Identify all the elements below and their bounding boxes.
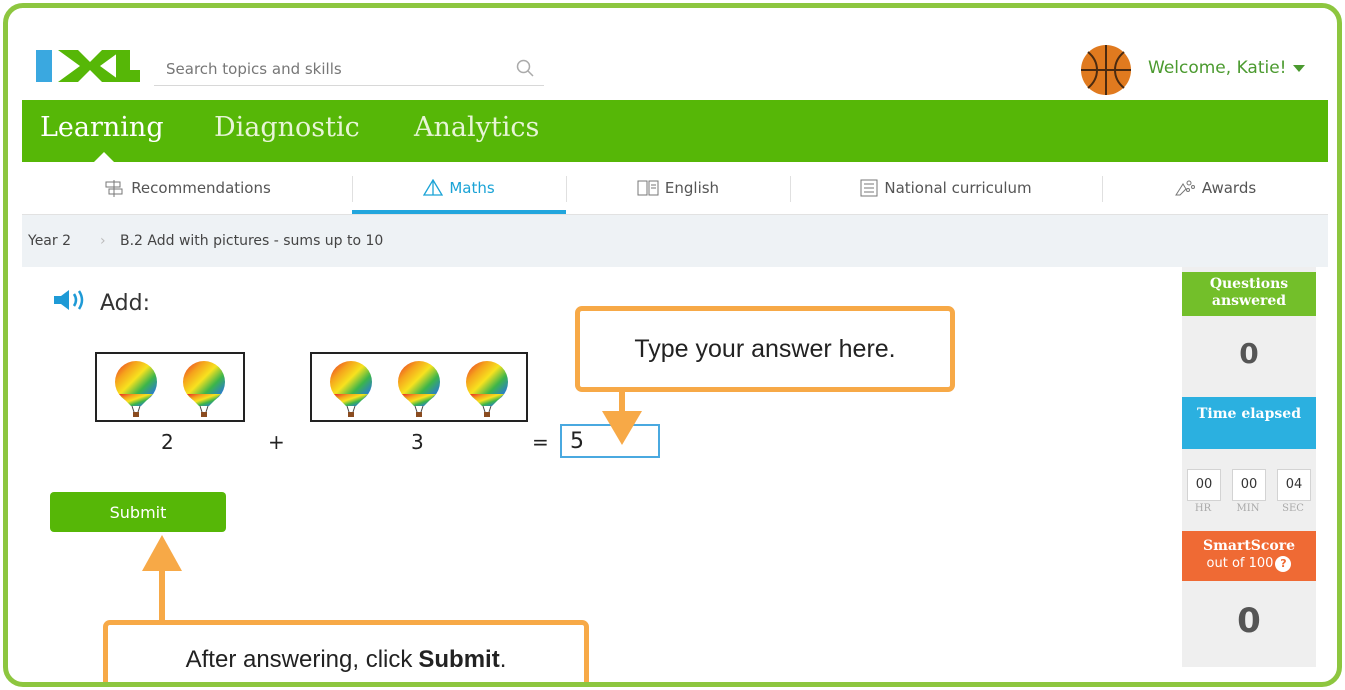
right-addend: 3 <box>411 430 424 454</box>
caret-down-icon <box>1292 64 1305 72</box>
speaker-icon[interactable] <box>52 288 90 318</box>
breadcrumb-skill: B.2 Add with pictures - sums up to 10 <box>120 233 384 249</box>
time-hours: 00 <box>1187 469 1221 501</box>
tab-national-curriculum[interactable]: National curriculum <box>790 162 1102 214</box>
left-addend: 2 <box>161 430 174 454</box>
tab-diagnostic[interactable]: Diagnostic <box>214 112 360 143</box>
questions-answered-header: Questions answered <box>1182 272 1316 316</box>
smartscore-header: SmartScore out of 100? <box>1182 531 1316 581</box>
right-addend-picture <box>310 352 528 422</box>
equals-sign: = <box>532 430 549 454</box>
smartscore-value: 0 <box>1237 601 1261 641</box>
answer-hint-callout: Type your answer here. <box>575 306 955 392</box>
hot-air-balloon-icon <box>177 360 231 422</box>
search-icon[interactable] <box>516 59 534 81</box>
time-minutes-label: MIN <box>1236 503 1260 514</box>
smartscore-out-of: out of 100 <box>1206 556 1274 571</box>
smartscore-subtitle: out of 100? <box>1182 555 1316 572</box>
signpost-icon <box>103 178 125 198</box>
basketball-avatar-icon[interactable] <box>1080 44 1132 96</box>
submit-hint-prefix: After answering, click <box>185 646 413 673</box>
tab-national-curriculum-label: National curriculum <box>884 179 1032 197</box>
tab-recommendations[interactable]: Recommendations <box>22 162 352 214</box>
prompt-text: Add: <box>100 290 151 316</box>
submit-hint-suffix: . <box>499 646 507 673</box>
breadcrumb: Year 2 › B.2 Add with pictures - sums up… <box>22 215 1328 267</box>
main-nav: Learning Diagnostic Analytics <box>22 100 1328 162</box>
document-list-icon <box>860 179 878 197</box>
user-menu[interactable]: Welcome, Katie! <box>1148 58 1305 78</box>
tab-recommendations-label: Recommendations <box>131 179 271 197</box>
pyramid-icon <box>423 179 444 197</box>
hot-air-balloon-icon <box>324 360 378 422</box>
time-seconds-label: SEC <box>1282 503 1304 514</box>
tab-learning[interactable]: Learning <box>40 112 164 143</box>
submit-hint-callout: After answering, click Submit. <box>103 620 589 682</box>
tab-english-label: English <box>664 179 720 197</box>
tutorial-frame: Welcome, Katie! Learning Diagnostic Anal… <box>3 3 1342 687</box>
hot-air-balloon-icon <box>392 360 446 422</box>
ixl-page: Welcome, Katie! Learning Diagnostic Anal… <box>22 8 1328 682</box>
time-elapsed-header: Time elapsed <box>1182 397 1316 449</box>
tab-maths[interactable]: Maths <box>352 162 566 214</box>
smartscore-title: SmartScore <box>1202 538 1296 554</box>
hot-air-balloon-icon <box>460 360 514 422</box>
arrow-up-icon <box>142 535 182 571</box>
top-bar: Welcome, Katie! <box>22 8 1328 98</box>
chevron-right-icon: › <box>100 233 106 249</box>
arrow-down-icon <box>602 411 642 445</box>
tab-awards[interactable]: Awards <box>1102 162 1328 214</box>
tab-awards-label: Awards <box>1201 179 1257 197</box>
tab-english[interactable]: English <box>566 162 790 214</box>
subject-nav: Recommendations Maths English National c… <box>22 162 1328 215</box>
book-icon <box>637 179 659 197</box>
help-icon[interactable]: ? <box>1275 555 1292 572</box>
left-addend-picture <box>95 352 245 422</box>
hot-air-balloon-icon <box>109 360 163 422</box>
time-hours-label: HR <box>1194 503 1212 514</box>
tab-maths-label: Maths <box>449 179 495 197</box>
submit-hint-bold: Submit <box>418 646 500 673</box>
stats-panel: Questions answered 0 Time elapsed 00 00 … <box>1182 267 1316 667</box>
welcome-label: Welcome, Katie! <box>1148 58 1287 78</box>
question-prompt: Add: <box>52 288 150 318</box>
time-seconds: 04 <box>1277 469 1311 501</box>
ixl-logo[interactable] <box>36 48 140 84</box>
active-tab-notch <box>94 152 114 162</box>
arrow-shaft <box>159 569 165 621</box>
answer-hint-text: Type your answer here. <box>634 334 896 363</box>
search-bar <box>154 53 544 86</box>
breadcrumb-year[interactable]: Year 2 <box>28 233 71 249</box>
tab-analytics[interactable]: Analytics <box>414 112 539 143</box>
search-input[interactable] <box>154 53 498 85</box>
active-tab-underline <box>352 210 566 214</box>
time-minutes: 00 <box>1232 469 1266 501</box>
questions-answered-value: 0 <box>1239 337 1259 370</box>
submit-button[interactable]: Submit <box>50 492 226 532</box>
awards-icon <box>1174 179 1196 197</box>
plus-sign: + <box>268 430 285 454</box>
arrow-shaft <box>619 387 625 413</box>
